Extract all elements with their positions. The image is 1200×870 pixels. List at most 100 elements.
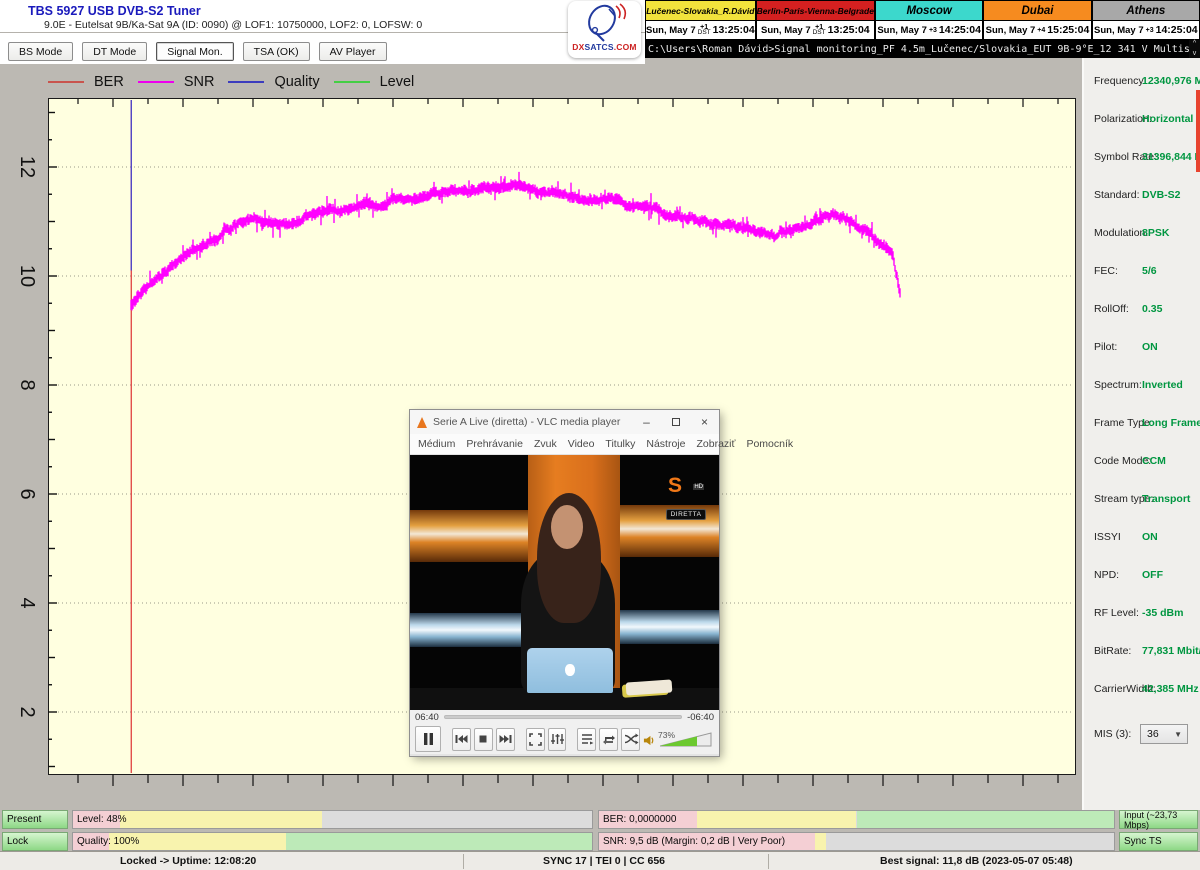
clock-1: Lučenec-Slovakia_R.DávidSun, May 7+1DST1… [645,0,756,40]
param-row-symbol-rate-: Symbol Rate:31396,844 KS/s [1084,151,1200,167]
param-row-mis: MIS (3):36▼ [1084,728,1200,744]
utc-offset: +4 [1037,28,1045,33]
clock-offset: +4 [1037,28,1045,33]
next-button[interactable] [496,728,515,751]
dxsatcs-logo: DXSATCS.COM [568,1,641,58]
param-value: 12340,976 MHz [1142,75,1200,87]
param-label: ISSYI [1094,531,1121,543]
tab-signal-mon-[interactable]: Signal Mon. [156,42,233,61]
seek-slider[interactable] [444,715,682,719]
ber-meter: BER: 0,0000000 [598,810,1115,829]
clock-time: Sun, May 7+1DST13:25:04 [757,21,875,40]
playlist-button[interactable] [577,728,596,751]
close-button[interactable]: × [690,410,719,434]
clock-time: Sun, May 7+314:25:04 [876,21,983,40]
sync-ts-indicator: Sync TS [1119,832,1198,851]
legend-line-swatch [48,81,84,83]
diretta-badge: DIRETTA [666,509,706,520]
legend-item-snr: SNR [138,74,215,90]
playlist-icon [579,731,595,747]
clock-city-label: Berlin-Paris-Vienna-Belgrade [757,0,875,21]
legend-line-swatch [228,81,264,83]
clock-city-label: Moscow [876,0,983,21]
extended-settings-icon [549,731,565,747]
tab-tsa-ok-[interactable]: TSA (OK) [243,42,310,61]
fullscreen-button[interactable] [526,728,545,751]
legend-label: Level [380,74,415,90]
param-value: Horizontal [1142,113,1193,125]
menu-n-stroje[interactable]: Nástroje [646,438,685,450]
param-value: Transport [1142,493,1190,505]
fullscreen-icon [527,731,543,747]
previous-icon [453,731,469,747]
tab-bs-mode[interactable]: BS Mode [8,42,73,61]
pause-button[interactable] [415,726,441,752]
clock-hhmmss: 14:25:04 [1156,24,1198,36]
param-row-pilot-: Pilot:ON [1084,341,1200,357]
vlc-seek-row: 06:40 -06:40 [410,710,719,724]
menu-video[interactable]: Video [568,438,595,450]
header: TBS 5927 USB DVB-S2 Tuner 9.0E - Eutelsa… [0,0,645,64]
clock-5: AthensSun, May 7+314:25:04 [1092,0,1200,40]
apple-logo-icon [565,664,575,676]
param-row-stream-type-: Stream type:Transport [1084,493,1200,509]
world-clocks: Lučenec-Slovakia_R.DávidSun, May 7+1DST1… [645,0,1200,40]
minimize-button[interactable]: – [632,410,661,434]
param-row-spectrum-: Spectrum:Inverted [1084,379,1200,395]
param-label: NPD: [1094,569,1119,581]
clock-offset: +1DST [813,25,826,35]
y-tick-label-6: 6 [13,480,41,508]
menu-m-dium[interactable]: Médium [418,438,455,450]
lock-indicator: Lock [2,832,68,851]
previous-button[interactable] [452,728,471,751]
legend-label: Quality [274,74,319,90]
maximize-button[interactable] [661,410,690,434]
mis-value: 36 [1147,728,1159,740]
menu-prehr-vanie[interactable]: Prehrávanie [466,438,523,450]
vlc-controls: 73% [410,724,719,754]
vlc-window[interactable]: Serie A Live (diretta) - VLC media playe… [410,410,719,756]
snr-meter: SNR: 9,5 dB (Margin: 0,2 dB | Very Poor) [598,832,1115,851]
menu-zobrazi-[interactable]: Zobraziť [696,438,735,450]
param-value: ON [1142,531,1158,543]
tab-dt-mode[interactable]: DT Mode [82,42,147,61]
menu-pomocn-k[interactable]: Pomocník [746,438,793,450]
vlc-video-area[interactable]: S HD DIRETTA [410,455,719,710]
mis-dropdown[interactable]: 36▼ [1140,724,1188,744]
app-title: TBS 5927 USB DVB-S2 Tuner [28,4,201,18]
terminal-window[interactable]: C:\Users\Roman Dávid>Signal monitoring_P… [645,40,1200,58]
y-tick-label-10: 10 [13,262,41,290]
stop-button[interactable] [474,728,493,751]
param-label: FEC: [1094,265,1118,277]
y-tick-label-4: 4 [13,589,41,617]
scroll-down-icon[interactable]: v [1193,50,1197,58]
menu-titulky[interactable]: Titulky [605,438,635,450]
vlc-titlebar[interactable]: Serie A Live (diretta) - VLC media playe… [410,410,719,434]
meter-segment [857,811,1115,828]
param-label: Standard: [1094,189,1140,201]
scroll-up-icon[interactable]: ^ [1193,40,1196,48]
satellite-dish-icon [582,3,628,43]
param-label: Pilot: [1094,341,1117,353]
menu-zvuk[interactable]: Zvuk [534,438,557,450]
studio-left-shelf-orange [410,510,528,562]
loop-button[interactable] [599,728,618,751]
clock-city-label: Lučenec-Slovakia_R.Dávid [646,0,756,21]
param-value: OFF [1142,569,1163,581]
y-tick-label-2: 2 [13,698,41,726]
speaker-icon [643,734,656,747]
terminal-scrollbar[interactable]: ^ v [1189,40,1200,58]
random-button[interactable] [621,728,640,751]
param-value: 0.35 [1142,303,1162,315]
param-label: RollOff: [1094,303,1129,315]
tab-av-player[interactable]: AV Player [319,42,387,61]
param-label: Modulation: [1094,227,1148,239]
vlc-menubar: Médium Prehrávanie Zvuk Video Titulky Nástroj… [410,434,719,455]
volume-control[interactable] [643,732,714,747]
legend-item-ber: BER [48,74,124,90]
param-value: 42,385 MHz [1142,683,1199,695]
param-row-issyi: ISSYI ON [1084,531,1200,547]
legend-item-quality: Quality [228,74,319,90]
laptop [527,648,613,693]
extended-settings-button[interactable] [548,728,567,751]
